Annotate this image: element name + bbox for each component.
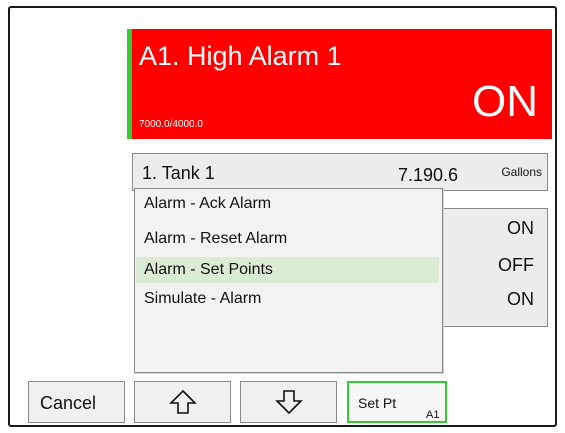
cancel-button[interactable]: Cancel [28,381,125,423]
alarm-state: ON [472,77,538,126]
menu-item-simulate-alarm[interactable]: Simulate - Alarm [136,286,439,312]
tank-name: 1. Tank 1 [142,163,215,183]
menu-item-set-points[interactable]: Alarm - Set Points [136,257,439,283]
status-value: ON [507,289,534,309]
arrow-down-icon [275,390,303,415]
set-point-label: Set Pt [358,395,397,411]
alarm-title: A1. High Alarm 1 [139,41,342,71]
up-button[interactable] [134,381,231,423]
status-panel: ON OFF ON [432,208,548,327]
tank-row[interactable]: 1. Tank 1 7.190.6 Gallons [132,153,548,191]
alarm-accent-bar [127,29,132,139]
menu-item-reset-alarm[interactable]: Alarm - Reset Alarm [136,226,439,252]
alarm-banner[interactable]: A1. High Alarm 1 7000.0/4000.0 ON [127,29,552,139]
status-value: ON [507,218,534,238]
set-point-button[interactable]: Set Pt A1 [347,381,447,423]
status-value: OFF [498,255,534,275]
menu-item-ack-alarm[interactable]: Alarm - Ack Alarm [136,191,439,217]
arrow-up-icon [169,389,197,414]
tank-unit: Gallons [501,165,542,179]
cancel-label: Cancel [40,393,97,413]
alarm-setpoint-values: 7000.0/4000.0 [139,119,203,130]
context-menu: Alarm - Ack Alarm Alarm - Reset Alarm Al… [134,188,443,373]
tank-value: 7.190.6 [398,165,459,185]
down-button[interactable] [240,381,337,423]
set-point-alarm-id: A1 [426,409,440,421]
